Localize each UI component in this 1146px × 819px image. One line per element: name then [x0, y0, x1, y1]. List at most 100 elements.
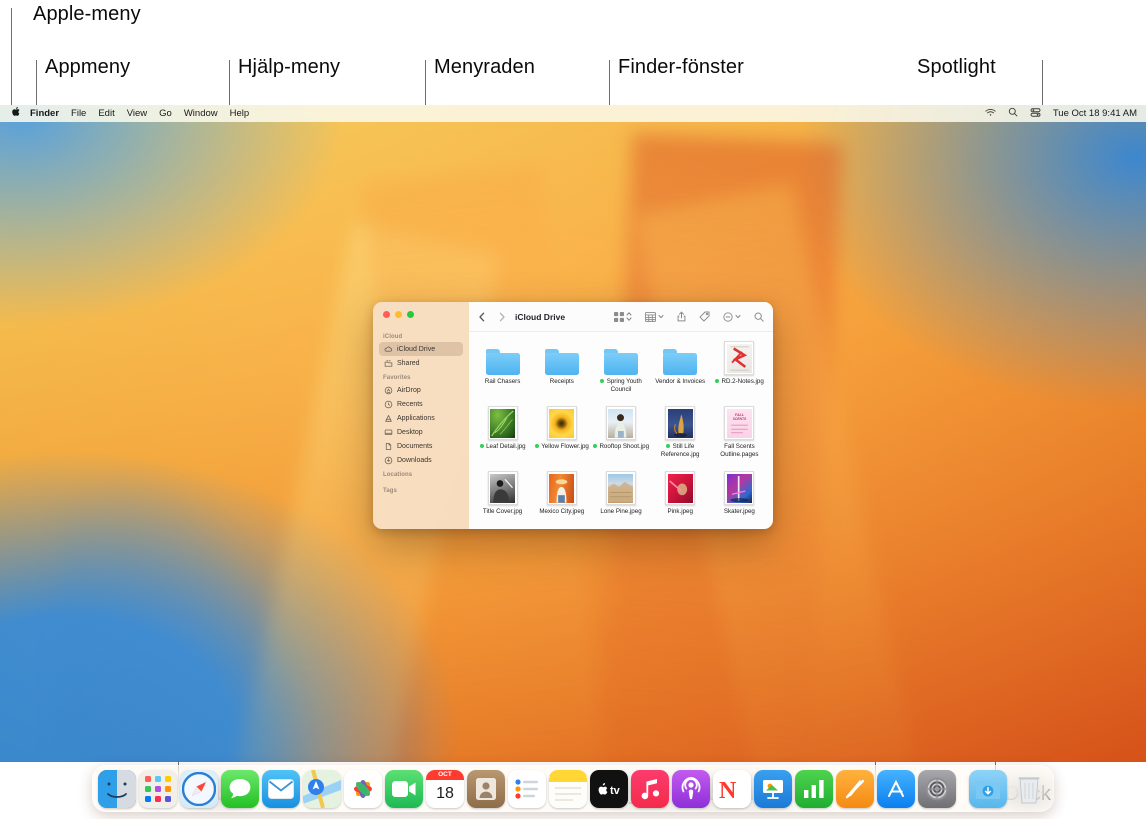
menu-item-window[interactable]: Window	[184, 108, 218, 119]
sidebar-item-recents[interactable]: Recents	[379, 397, 463, 411]
menu-item-view[interactable]: View	[127, 108, 147, 119]
file-item[interactable]: RD.2-Notes.jpg	[710, 339, 769, 404]
group-by-control[interactable]	[645, 311, 664, 322]
file-item[interactable]: Mexico City.jpeg	[532, 469, 591, 529]
mail-icon[interactable]	[262, 769, 300, 808]
search-icon[interactable]	[754, 312, 764, 322]
image-thumbnail	[605, 471, 636, 505]
sidebar-header-icloud: iCloud	[383, 334, 403, 340]
group-by-icon[interactable]	[645, 311, 656, 322]
keynote-icon[interactable]	[754, 769, 792, 808]
wifi-icon[interactable]	[985, 108, 996, 120]
folder-icon	[663, 341, 698, 375]
menu-item-edit[interactable]: Edit	[98, 108, 114, 119]
file-item[interactable]: Spring Youth Council	[591, 339, 650, 404]
sidebar-item-applications[interactable]: Applications	[379, 411, 463, 425]
launchpad-icon[interactable]	[139, 769, 177, 808]
control-center-icon[interactable]	[1030, 107, 1041, 120]
action-menu-control[interactable]	[723, 311, 741, 322]
sidebar-item-label: Recents	[397, 400, 423, 408]
menu-item-finder[interactable]: Finder	[30, 108, 59, 119]
sidebar-item-downloads[interactable]: Downloads	[379, 453, 463, 467]
sidebar-item-shared[interactable]: Shared	[379, 356, 463, 370]
file-item[interactable]: Lone Pine.jpeg	[591, 469, 650, 529]
numbers-icon[interactable]	[795, 769, 833, 808]
finder-sidebar[interactable]: iCloud iCloud Drive Shared Favorites Air…	[373, 302, 469, 529]
cloud-icon	[384, 345, 393, 354]
chevron-right-icon[interactable]	[498, 312, 506, 322]
contacts-icon[interactable]	[467, 769, 505, 808]
sidebar-item-icloud-drive[interactable]: iCloud Drive	[379, 342, 463, 356]
finder-icon[interactable]	[98, 769, 136, 808]
appstore-icon[interactable]	[877, 769, 915, 808]
sidebar-item-desktop[interactable]: Desktop	[379, 425, 463, 439]
file-item[interactable]: Yellow Flower.jpg	[532, 404, 591, 469]
tag-icon[interactable]	[699, 311, 710, 322]
system-settings-icon[interactable]	[918, 769, 956, 808]
downloads-folder-icon[interactable]	[969, 769, 1007, 808]
icon-view-icon[interactable]	[614, 311, 624, 322]
file-item[interactable]: Rail Chasers	[473, 339, 532, 404]
file-item[interactable]: Vendor & Invoices	[651, 339, 710, 404]
stepper-icon[interactable]	[626, 311, 632, 322]
pages-icon[interactable]	[836, 769, 874, 808]
file-item[interactable]: Receipts	[532, 339, 591, 404]
trash-icon[interactable]	[1010, 770, 1048, 808]
tag-dot-green	[534, 444, 539, 448]
finder-file-grid[interactable]: Rail Chasers Receipts Spring Youth Counc…	[469, 332, 773, 529]
zoom-button[interactable]	[407, 311, 414, 318]
file-item[interactable]: FALL SCENTS Fall Scents Outline.pages	[710, 404, 769, 469]
chevron-down-icon[interactable]	[658, 314, 664, 319]
file-item[interactable]: Title Cover.jpg	[473, 469, 532, 529]
dock[interactable]: OCT 18 tv N	[92, 765, 1054, 812]
messages-icon[interactable]	[221, 769, 259, 808]
shared-folder-icon	[384, 359, 393, 368]
apple-menu-icon[interactable]	[11, 106, 21, 120]
finder-window[interactable]: iCloud iCloud Drive Shared Favorites Air…	[373, 302, 773, 529]
action-menu-icon[interactable]	[723, 311, 733, 322]
sidebar-item-documents[interactable]: Documents	[379, 439, 463, 453]
reminders-icon[interactable]	[508, 769, 546, 808]
callout-spotlight: Spotlight	[917, 56, 996, 78]
menu-item-file[interactable]: File	[71, 108, 86, 119]
photos-icon[interactable]	[344, 769, 382, 808]
image-thumbnail	[665, 406, 696, 440]
minimize-button[interactable]	[395, 311, 402, 318]
facetime-icon[interactable]	[385, 769, 423, 808]
file-item[interactable]: Still Life Reference.jpg	[651, 404, 710, 469]
spotlight-icon[interactable]	[1008, 107, 1018, 120]
tag-dot-green	[666, 444, 671, 448]
image-thumbnail	[546, 471, 577, 505]
file-name: Spring Youth Council	[591, 378, 650, 395]
menu-bar[interactable]: Finder File Edit View Go Window Help Tue…	[0, 105, 1146, 122]
calendar-month: OCT	[426, 769, 464, 780]
podcasts-icon[interactable]	[672, 769, 710, 808]
view-switcher[interactable]	[614, 311, 632, 322]
appletv-icon[interactable]: tv	[590, 769, 628, 808]
finder-toolbar[interactable]: iCloud Drive	[469, 302, 773, 332]
sidebar-item-airdrop[interactable]: AirDrop	[379, 383, 463, 397]
chevron-down-icon[interactable]	[735, 314, 741, 319]
close-button[interactable]	[383, 311, 390, 318]
file-name: Leaf Detail.jpg	[479, 443, 526, 451]
file-item[interactable]: Pink.jpeg	[651, 469, 710, 529]
file-item[interactable]: Rooftop Shoot.jpg	[591, 404, 650, 469]
chevron-left-icon[interactable]	[478, 312, 486, 322]
calendar-icon[interactable]: OCT 18	[426, 769, 464, 808]
notes-icon[interactable]	[549, 769, 587, 808]
window-controls[interactable]	[373, 311, 469, 329]
news-icon[interactable]: N	[713, 769, 751, 808]
share-icon[interactable]	[677, 311, 686, 322]
leader-spotlight	[1042, 60, 1043, 108]
menu-item-help[interactable]: Help	[230, 108, 250, 119]
maps-icon[interactable]	[303, 769, 341, 808]
music-icon[interactable]	[631, 769, 669, 808]
image-thumbnail	[665, 471, 696, 505]
image-thumbnail	[487, 471, 518, 505]
menu-item-go[interactable]: Go	[159, 108, 172, 119]
menu-bar-clock[interactable]: Tue Oct 18 9:41 AM	[1053, 108, 1137, 119]
svg-text:SCENTS: SCENTS	[733, 417, 747, 421]
file-item[interactable]: Leaf Detail.jpg	[473, 404, 532, 469]
safari-icon[interactable]	[180, 769, 218, 808]
file-item[interactable]: Skater.jpeg	[710, 469, 769, 529]
